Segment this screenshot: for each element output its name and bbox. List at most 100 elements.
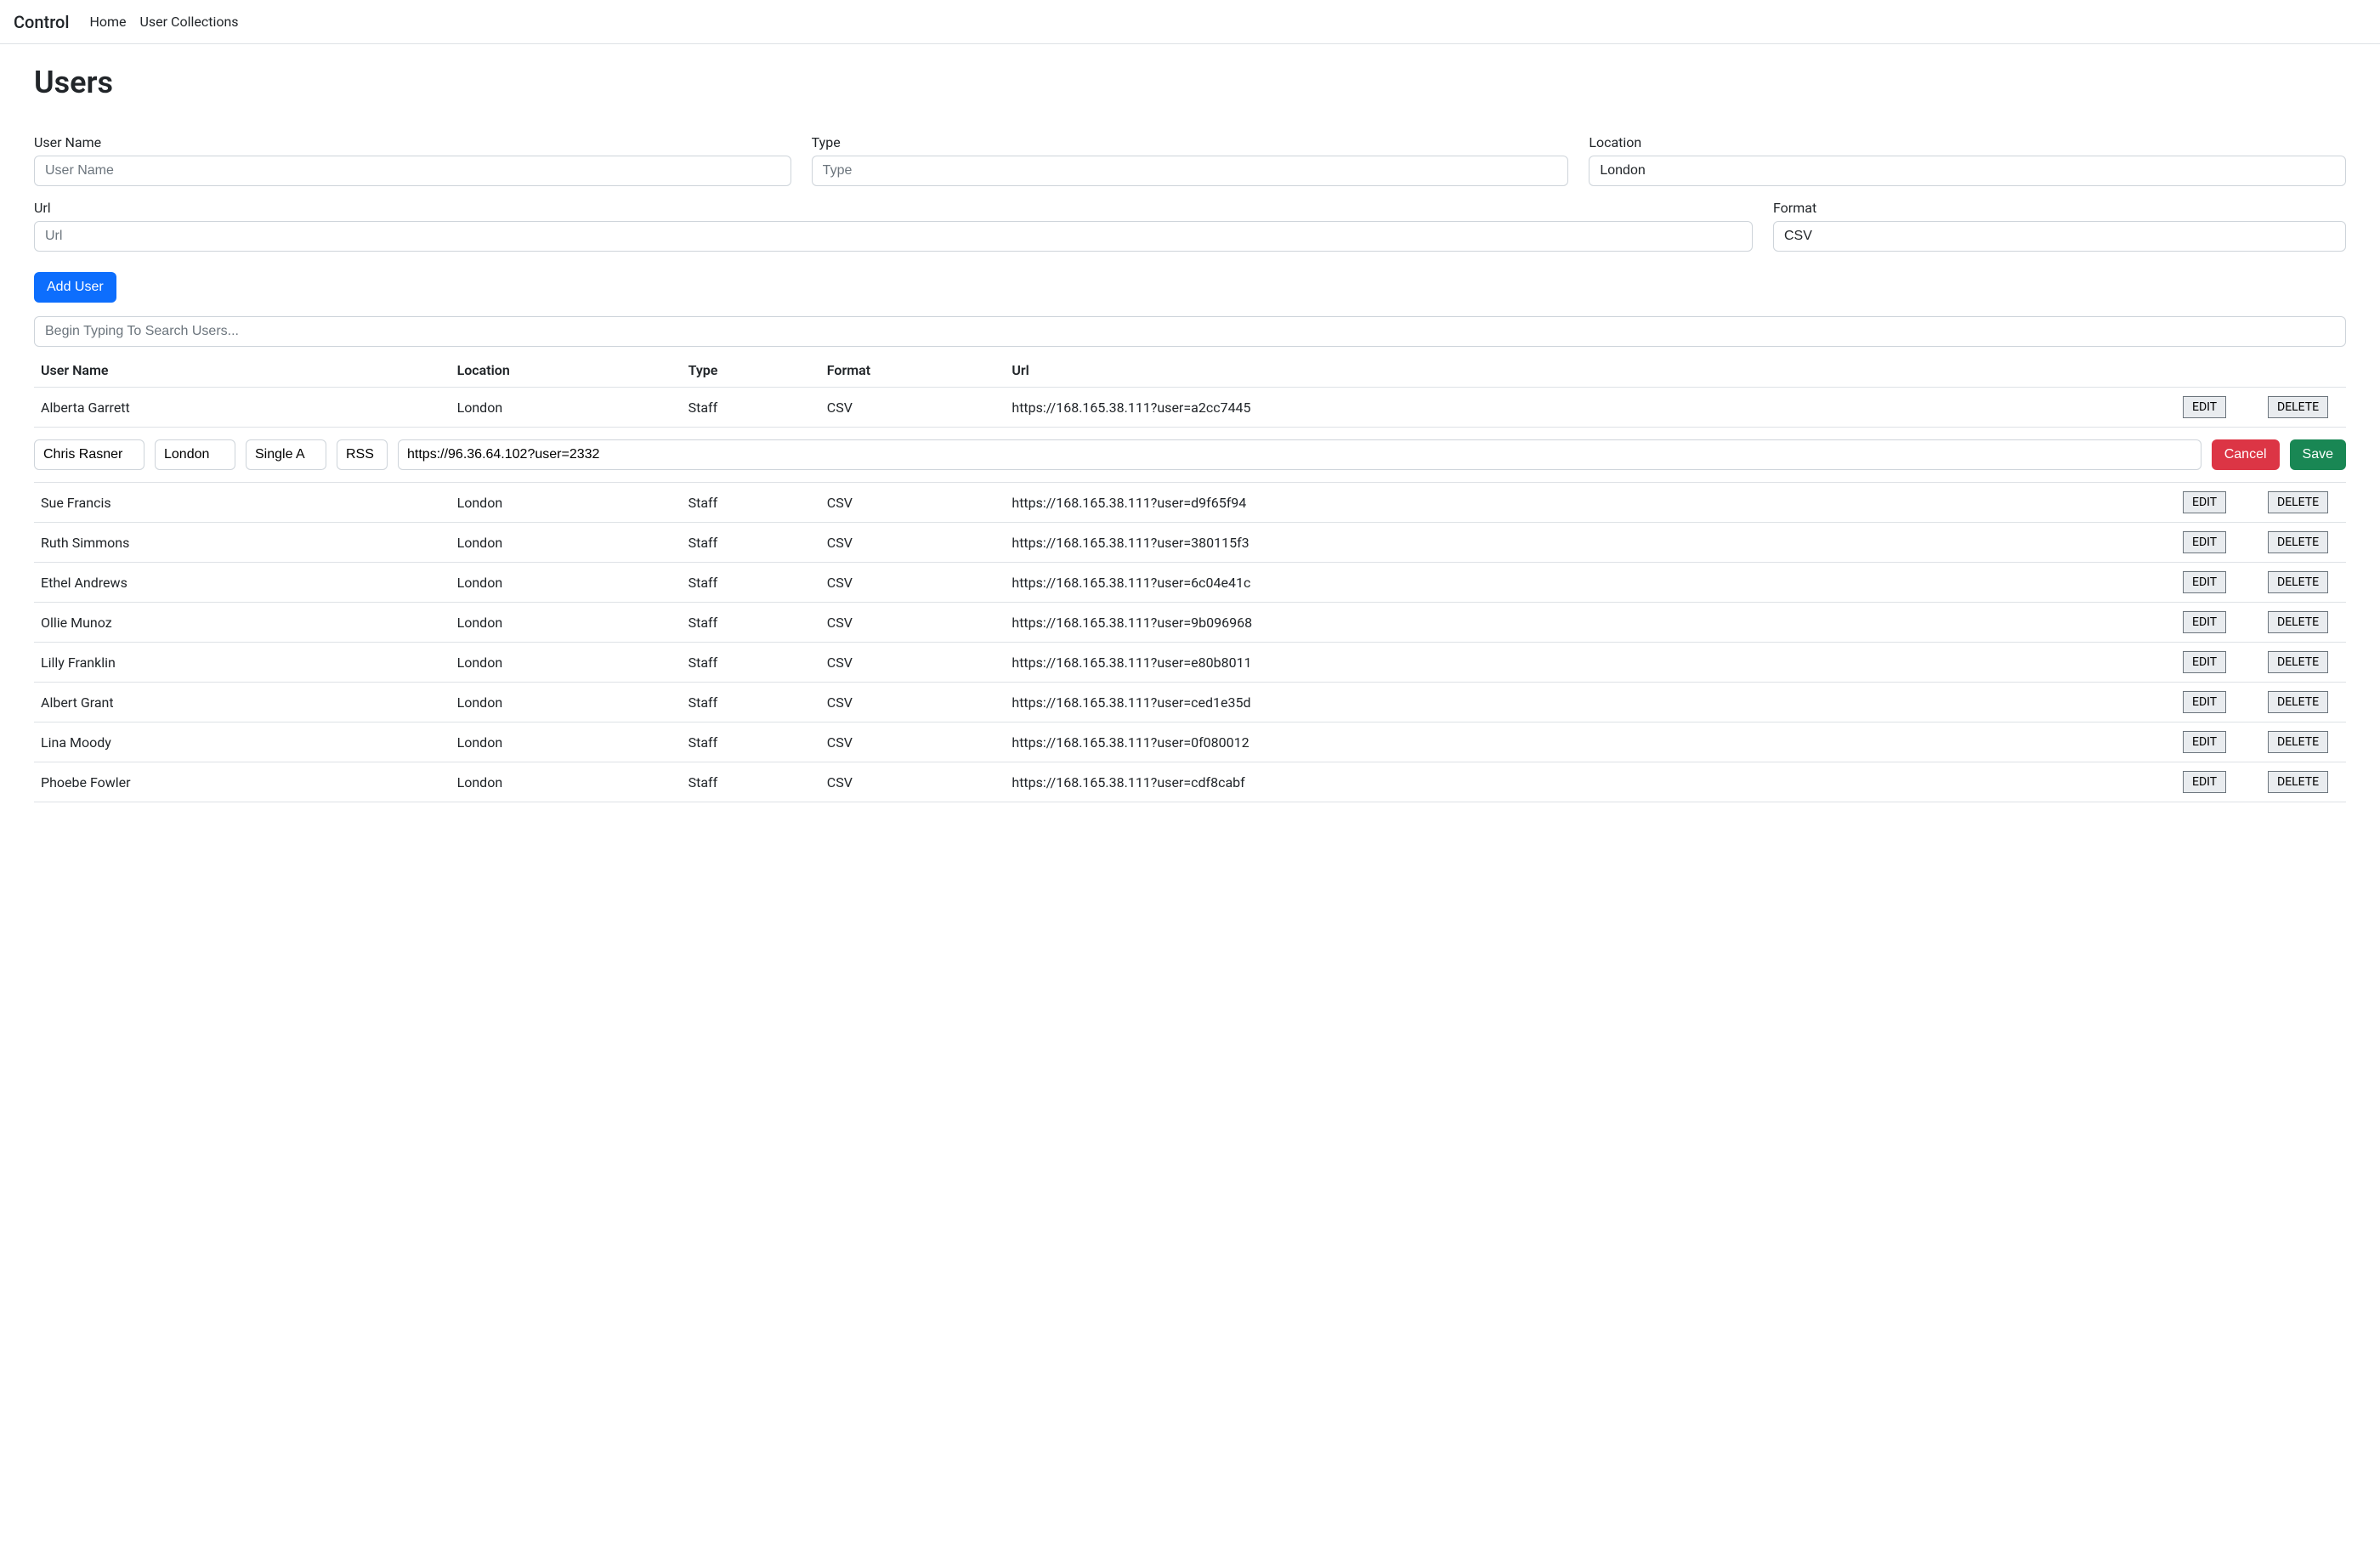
delete-button[interactable]: DELETE: [2268, 651, 2328, 673]
delete-button[interactable]: DELETE: [2268, 531, 2328, 553]
delete-button[interactable]: DELETE: [2268, 771, 2328, 793]
cell-type: Staff: [682, 563, 820, 603]
cell-type: Staff: [682, 643, 820, 683]
edit-url-input[interactable]: [398, 439, 2202, 470]
type-input[interactable]: [812, 156, 1569, 186]
cell-username: Albert Grant: [34, 683, 450, 722]
edit-button[interactable]: EDIT: [2183, 691, 2226, 713]
table-row: Ethel Andrews London Staff CSV https://1…: [34, 563, 2346, 603]
cell-url: https://168.165.38.111?user=cdf8cabf: [1005, 762, 2176, 802]
table-row: Albert Grant London Staff CSV https://16…: [34, 683, 2346, 722]
navbar-brand[interactable]: Control: [14, 12, 69, 32]
cell-location: London: [450, 523, 682, 563]
delete-button[interactable]: DELETE: [2268, 691, 2328, 713]
cell-type: Staff: [682, 603, 820, 643]
edit-type-input[interactable]: [246, 439, 326, 470]
edit-button[interactable]: EDIT: [2183, 491, 2226, 513]
cell-username: Ruth Simmons: [34, 523, 450, 563]
cell-type: Staff: [682, 388, 820, 428]
th-format: Format: [820, 354, 1006, 388]
delete-button[interactable]: DELETE: [2268, 491, 2328, 513]
cell-format: CSV: [820, 762, 1006, 802]
cell-username: Ollie Munoz: [34, 603, 450, 643]
navbar: Control Home User Collections: [0, 0, 2380, 44]
cell-username: Phoebe Fowler: [34, 762, 450, 802]
cell-type: Staff: [682, 722, 820, 762]
table-row: Ruth Simmons London Staff CSV https://16…: [34, 523, 2346, 563]
edit-location-input[interactable]: [155, 439, 235, 470]
cell-format: CSV: [820, 563, 1006, 603]
username-input[interactable]: [34, 156, 791, 186]
delete-button[interactable]: DELETE: [2268, 396, 2328, 418]
nav-link-home[interactable]: Home: [82, 7, 133, 37]
cell-type: Staff: [682, 683, 820, 722]
edit-button[interactable]: EDIT: [2183, 396, 2226, 418]
page-title: Users: [34, 65, 2346, 100]
cell-location: London: [450, 643, 682, 683]
edit-button[interactable]: EDIT: [2183, 771, 2226, 793]
edit-button[interactable]: EDIT: [2183, 531, 2226, 553]
cell-url: https://168.165.38.111?user=e80b8011: [1005, 643, 2176, 683]
url-label: Url: [34, 200, 1753, 216]
cell-url: https://168.165.38.111?user=380115f3: [1005, 523, 2176, 563]
save-button[interactable]: Save: [2290, 439, 2346, 470]
url-input[interactable]: [34, 221, 1753, 252]
format-label: Format: [1773, 200, 2346, 216]
cell-format: CSV: [820, 722, 1006, 762]
cell-format: CSV: [820, 388, 1006, 428]
delete-button[interactable]: DELETE: [2268, 611, 2328, 633]
users-table: User Name Location Type Format Url Alber…: [34, 354, 2346, 802]
edit-button[interactable]: EDIT: [2183, 611, 2226, 633]
cell-url: https://168.165.38.111?user=0f080012: [1005, 722, 2176, 762]
search-users-input[interactable]: [34, 316, 2346, 347]
cell-username: Sue Francis: [34, 483, 450, 523]
table-row: Sue Francis London Staff CSV https://168…: [34, 483, 2346, 523]
cell-username: Alberta Garrett: [34, 388, 450, 428]
edit-username-input[interactable]: [34, 439, 144, 470]
cell-type: Staff: [682, 483, 820, 523]
nav-link-user-collections[interactable]: User Collections: [133, 7, 246, 37]
edit-button[interactable]: EDIT: [2183, 651, 2226, 673]
cell-location: London: [450, 683, 682, 722]
delete-button[interactable]: DELETE: [2268, 571, 2328, 593]
location-input[interactable]: [1589, 156, 2346, 186]
format-input[interactable]: [1773, 221, 2346, 252]
cell-format: CSV: [820, 523, 1006, 563]
type-label: Type: [812, 134, 1569, 150]
edit-button[interactable]: EDIT: [2183, 571, 2226, 593]
cell-format: CSV: [820, 683, 1006, 722]
cell-location: London: [450, 388, 682, 428]
cell-username: Lina Moody: [34, 722, 450, 762]
cell-url: https://168.165.38.111?user=a2cc7445: [1005, 388, 2176, 428]
table-row: Phoebe Fowler London Staff CSV https://1…: [34, 762, 2346, 802]
cell-url: https://168.165.38.111?user=d9f65f94: [1005, 483, 2176, 523]
delete-button[interactable]: DELETE: [2268, 731, 2328, 753]
cell-type: Staff: [682, 762, 820, 802]
cell-location: London: [450, 563, 682, 603]
th-username: User Name: [34, 354, 450, 388]
cell-url: https://168.165.38.111?user=9b096968: [1005, 603, 2176, 643]
th-location: Location: [450, 354, 682, 388]
cell-format: CSV: [820, 483, 1006, 523]
cell-location: London: [450, 483, 682, 523]
cell-username: Ethel Andrews: [34, 563, 450, 603]
cell-location: London: [450, 722, 682, 762]
cell-url: https://168.165.38.111?user=6c04e41c: [1005, 563, 2176, 603]
username-label: User Name: [34, 134, 791, 150]
add-user-button[interactable]: Add User: [34, 272, 116, 303]
th-type: Type: [682, 354, 820, 388]
cell-url: https://168.165.38.111?user=ced1e35d: [1005, 683, 2176, 722]
table-row: Alberta Garrett London Staff CSV https:/…: [34, 388, 2346, 428]
th-url: Url: [1005, 354, 2176, 388]
edit-format-input[interactable]: [337, 439, 388, 470]
cell-username: Lilly Franklin: [34, 643, 450, 683]
table-row: Ollie Munoz London Staff CSV https://168…: [34, 603, 2346, 643]
cell-location: London: [450, 762, 682, 802]
table-row: Lilly Franklin London Staff CSV https://…: [34, 643, 2346, 683]
edit-button[interactable]: EDIT: [2183, 731, 2226, 753]
table-row: Lina Moody London Staff CSV https://168.…: [34, 722, 2346, 762]
cell-format: CSV: [820, 603, 1006, 643]
cell-format: CSV: [820, 643, 1006, 683]
cell-location: London: [450, 603, 682, 643]
cancel-button[interactable]: Cancel: [2212, 439, 2280, 470]
